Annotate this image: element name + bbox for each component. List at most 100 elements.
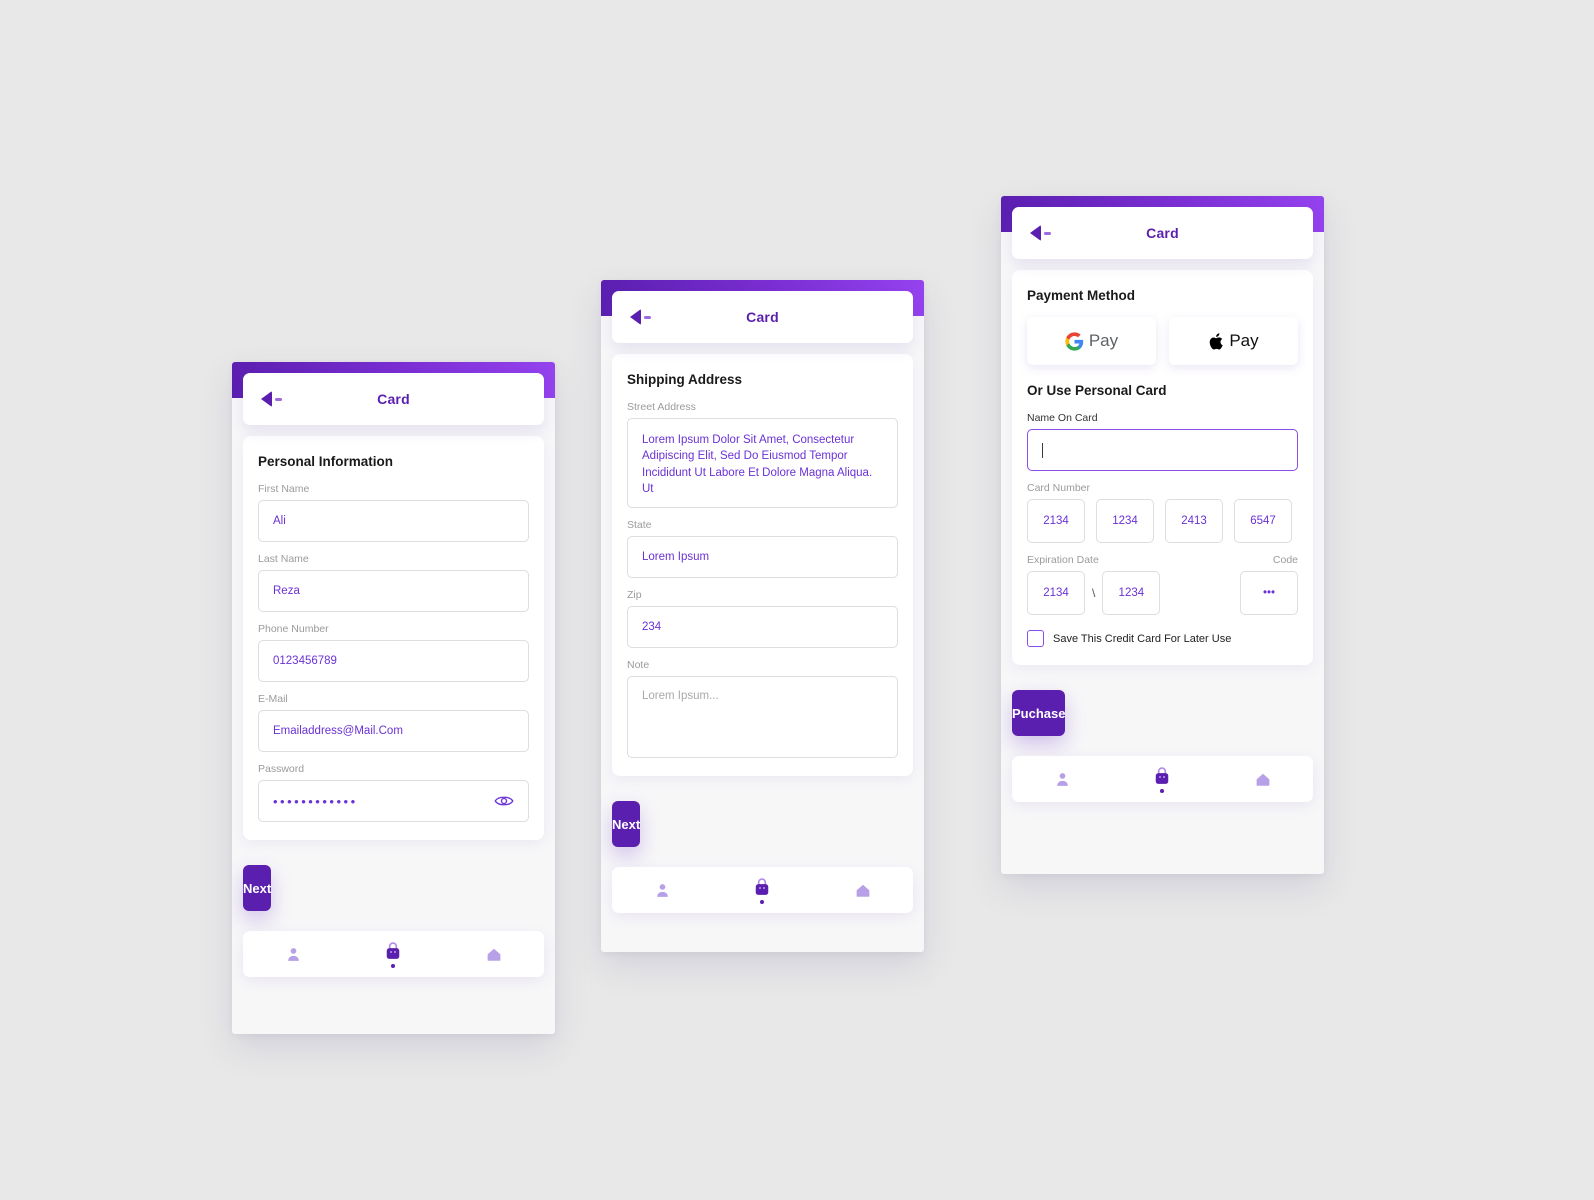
save-card-row: Save This Credit Card For Later Use: [1027, 630, 1298, 647]
field-email: E-Mail Emailaddress@Mail.Com: [258, 693, 529, 752]
back-arrow-icon[interactable]: [630, 309, 651, 325]
shipping-address-card: Shipping Address Street Address Lorem Ip…: [612, 354, 913, 776]
code-label: Code: [1272, 554, 1298, 566]
save-card-checkbox[interactable]: [1027, 630, 1044, 647]
field-label: E-Mail: [258, 693, 288, 705]
field-zip: Zip 234: [627, 589, 898, 648]
field-label: Note: [627, 659, 650, 671]
field-label: Last Name: [258, 553, 309, 565]
app-header: Card: [1012, 207, 1313, 259]
last-name-input[interactable]: Reza: [258, 570, 529, 612]
google-pay-label: Pay: [1088, 331, 1119, 350]
payment-method-title: Payment Method: [1027, 288, 1136, 303]
password-masked-value: ••••••••••••: [273, 793, 358, 809]
phone-screen-payment: Card Payment Method Pay Pay Or Use Perso…: [1001, 196, 1324, 874]
card-number-group-2[interactable]: 1234: [1096, 499, 1154, 543]
expiration-month-input[interactable]: 2134: [1027, 571, 1085, 615]
field-label: Zip: [627, 589, 642, 601]
phone-screen-personal-information: Card Personal Information First Name Ali…: [232, 362, 555, 1034]
field-last-name: Last Name Reza: [258, 553, 529, 612]
personal-card-title: Or Use Personal Card: [1027, 383, 1167, 398]
nav-item-profile[interactable]: [612, 882, 712, 899]
field-name-on-card: Name On Card: [1027, 412, 1298, 471]
payment-card: Payment Method Pay Pay Or Use Personal C…: [1012, 270, 1313, 665]
expiration-code-row: 2134 \ 1234 •••: [1027, 571, 1298, 615]
field-label: Street Address: [627, 401, 696, 413]
phone-number-input[interactable]: 0123456789: [258, 640, 529, 682]
back-arrow-icon[interactable]: [1030, 225, 1051, 241]
nav-item-cart[interactable]: [1112, 766, 1212, 793]
expiration-year-input[interactable]: 1234: [1102, 571, 1161, 615]
field-label: Phone Number: [258, 623, 329, 635]
expiration-separator: \: [1092, 586, 1096, 600]
field-state: State Lorem Ipsum: [627, 519, 898, 578]
expiration-code-labels: Expiration Date Code: [1027, 554, 1298, 566]
active-indicator-dot: [391, 963, 396, 968]
nav-item-home[interactable]: [1213, 770, 1313, 788]
first-name-input[interactable]: Ali: [258, 500, 529, 542]
card-number-group-1[interactable]: 2134: [1027, 499, 1085, 543]
section-title: Personal Information: [258, 454, 394, 469]
page-title: Card: [377, 391, 410, 407]
zip-input[interactable]: 234: [627, 606, 898, 648]
field-first-name: First Name Ali: [258, 483, 529, 542]
name-on-card-input[interactable]: [1027, 429, 1298, 471]
section-title: Shipping Address: [627, 372, 743, 387]
google-logo-icon: [1065, 331, 1084, 351]
active-indicator-dot: [1160, 788, 1165, 793]
password-input[interactable]: ••••••••••••: [258, 780, 529, 822]
nav-item-profile[interactable]: [1012, 771, 1112, 788]
nav-item-home[interactable]: [813, 881, 913, 899]
google-pay-button[interactable]: Pay: [1027, 317, 1156, 365]
street-address-input[interactable]: Lorem Ipsum Dolor Sit Amet, Consectetur …: [627, 418, 898, 508]
shopping-bag-icon: [1156, 766, 1169, 784]
field-label: Password: [258, 763, 305, 775]
home-icon: [1256, 773, 1270, 786]
card-number-group-4[interactable]: 6547: [1234, 499, 1292, 543]
email-input[interactable]: Emailaddress@Mail.Com: [258, 710, 529, 752]
field-street-address: Street Address Lorem Ipsum Dolor Sit Ame…: [627, 401, 898, 508]
state-input[interactable]: Lorem Ipsum: [627, 536, 898, 578]
field-label: State: [627, 519, 652, 531]
app-header: Card: [612, 291, 913, 343]
card-number-group-3[interactable]: 2413: [1165, 499, 1223, 543]
field-password: Password ••••••••••••: [258, 763, 529, 822]
purchase-button[interactable]: Puchase: [1012, 690, 1066, 736]
save-card-label: Save This Credit Card For Later Use: [1053, 632, 1232, 645]
shopping-bag-icon: [387, 941, 400, 959]
security-code-input[interactable]: •••: [1240, 571, 1298, 615]
page-title: Card: [746, 309, 779, 325]
shopping-bag-icon: [756, 877, 769, 895]
apple-pay-button[interactable]: Pay: [1169, 317, 1298, 365]
nav-item-cart[interactable]: [712, 877, 812, 904]
apple-pay-label: Pay: [1229, 331, 1259, 350]
mockup-canvas: Card Personal Information First Name Ali…: [0, 0, 1594, 1200]
home-icon: [856, 884, 870, 897]
expiration-inputs: 2134 \ 1234: [1027, 571, 1161, 615]
next-button[interactable]: Next: [612, 801, 641, 847]
nav-item-cart[interactable]: [343, 941, 443, 968]
bottom-navigation: [612, 867, 913, 913]
bottom-navigation: [1012, 756, 1313, 802]
next-button[interactable]: Next: [243, 865, 272, 911]
text-cursor: [1042, 442, 1043, 458]
home-icon: [487, 948, 501, 961]
person-icon: [287, 947, 299, 961]
eye-icon[interactable]: [494, 794, 514, 808]
field-phone-number: Phone Number 0123456789: [258, 623, 529, 682]
phone-screen-shipping-address: Card Shipping Address Street Address Lor…: [601, 280, 924, 952]
card-number-groups: 2134 1234 2413 6547: [1027, 499, 1298, 543]
note-input[interactable]: Lorem Ipsum...: [627, 676, 898, 758]
app-header: Card: [243, 373, 544, 425]
page-title: Card: [1146, 225, 1179, 241]
nav-item-profile[interactable]: [243, 946, 343, 963]
field-card-number: Card Number 2134 1234 2413 6547: [1027, 482, 1298, 543]
bottom-navigation: [243, 931, 544, 977]
field-label: Card Number: [1027, 482, 1091, 494]
nav-item-home[interactable]: [444, 945, 544, 963]
field-note: Note Lorem Ipsum...: [627, 659, 898, 758]
person-icon: [1056, 772, 1068, 786]
expiration-label: Expiration Date: [1027, 554, 1099, 566]
person-icon: [656, 883, 668, 897]
back-arrow-icon[interactable]: [261, 391, 282, 407]
